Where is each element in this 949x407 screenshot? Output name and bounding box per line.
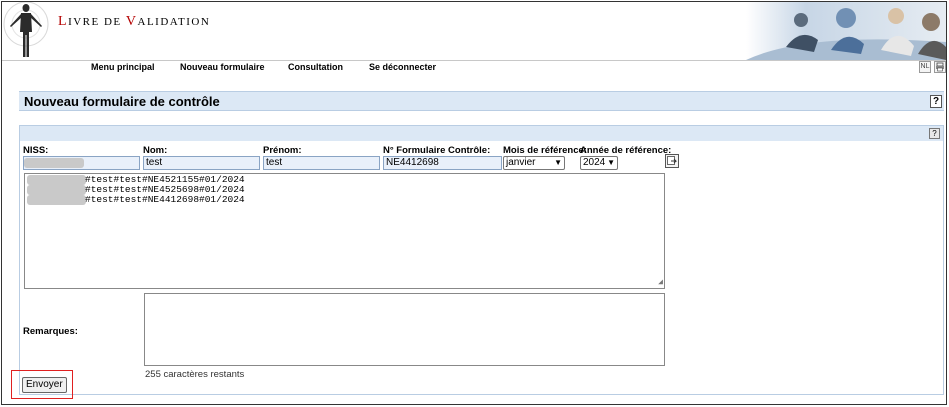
chevron-down-icon: ▼ [554,158,562,167]
help-button[interactable]: ? [930,95,942,108]
mois-select[interactable]: janvier ▼ [503,156,565,170]
title-initial-v: V [125,14,138,29]
entry-redacted [27,195,86,205]
page-title: Nouveau formulaire de contrôle [24,94,220,109]
form-panel-header: ? [20,126,943,141]
language-nl-button[interactable]: NL [919,61,931,73]
remarques-label: Remarques: [23,326,78,337]
annee-label: Année de référence: [580,145,672,156]
page-title-bar: Nouveau formulaire de contrôle ? [19,91,944,111]
mois-selected: janvier [506,157,536,168]
remarques-textarea[interactable] [144,293,665,366]
title-initial-l: L [58,14,69,29]
mois-label: Mois de référence: [503,145,587,156]
header-divider [2,60,946,61]
prenom-input[interactable]: test [263,156,380,170]
print-icon[interactable] [934,61,946,73]
annee-select[interactable]: 2024 ▼ [580,156,618,170]
niss-redacted [24,158,84,168]
app-title: Livre de Validation [58,14,210,30]
resize-handle-icon[interactable]: ◢ [658,279,663,287]
formulaire-label: N° Formulaire Contrôle: [383,145,491,156]
panel-help-icon[interactable]: ? [929,128,940,139]
prenom-label: Prénom: [263,145,302,156]
entry-line: #test#test#NE4412698#01/2024 [27,195,662,205]
add-entry-icon[interactable] [665,154,679,168]
nav-menu-principal[interactable]: Menu principal [91,62,155,72]
nav-se-deconnecter[interactable]: Se déconnecter [369,62,436,72]
entries-textarea[interactable]: #test#test#NE4521155#01/2024 #test#test#… [24,173,665,289]
app-window: Livre de Validation Menu pr [1,1,947,405]
characters-remaining: 255 caractères restants [145,369,245,380]
formulaire-input[interactable]: NE4412698 [383,156,502,170]
niss-input[interactable] [23,156,140,170]
logo-figure [2,1,62,60]
highlight-box [11,370,73,399]
entry-redacted [27,185,86,195]
nom-label: Nom: [143,145,168,156]
form-panel: ? NISS: Nom: Prénom: N° Formulaire Contr… [19,125,944,395]
header-photo-banner [746,2,946,60]
niss-label: NISS: [23,145,49,156]
title-text-1: ivre de [68,16,126,28]
nom-input[interactable]: test [143,156,260,170]
entry-text: #test#test#NE4412698#01/2024 [85,194,245,205]
title-text-2: alidation [137,16,211,28]
chevron-down-icon: ▼ [607,158,615,167]
nav-consultation[interactable]: Consultation [288,62,343,72]
entry-redacted [27,175,86,185]
nav-nouveau-formulaire[interactable]: Nouveau formulaire [180,62,265,72]
annee-selected: 2024 [583,157,606,168]
